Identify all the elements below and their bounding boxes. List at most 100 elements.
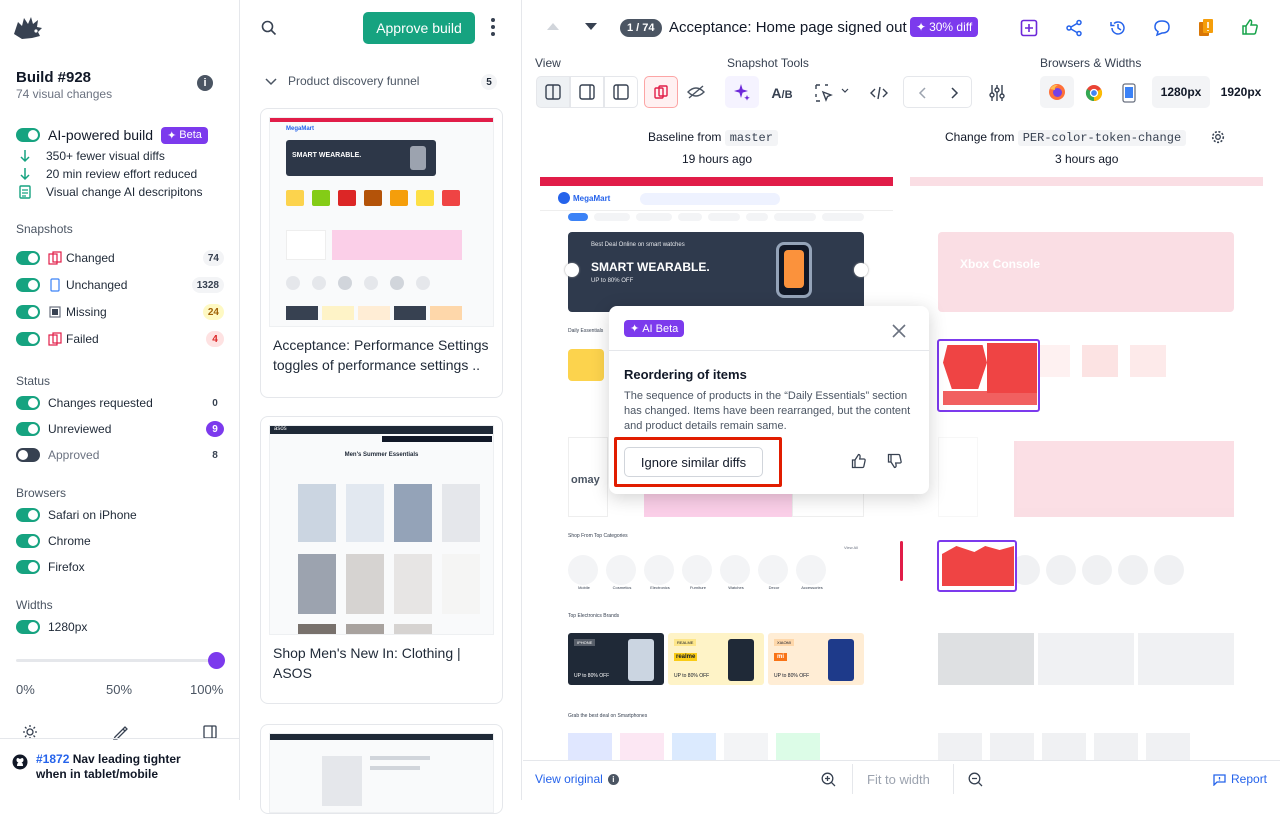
pr-number[interactable]: #1872 <box>36 752 69 766</box>
chevron-down-icon[interactable] <box>584 22 598 32</box>
hero-banner: Best Deal Online on smart watches SMART … <box>568 232 864 312</box>
report-link[interactable]: Report <box>1213 772 1267 786</box>
pr-link[interactable]: #1872 Nav leading tighter when in tablet… <box>36 752 186 782</box>
approved-label: Approved <box>48 448 100 462</box>
history-icon[interactable] <box>1109 19 1127 37</box>
filter-firefox[interactable]: Firefox <box>16 557 85 577</box>
daily-item <box>568 349 608 403</box>
site-search <box>640 193 780 205</box>
changes-requested-toggle[interactable] <box>16 396 40 410</box>
missing-toggle[interactable] <box>16 305 40 319</box>
arrow-down-icon <box>18 149 32 163</box>
hero-title: SMART WEARABLE. <box>591 260 710 274</box>
share-icon[interactable] <box>1065 19 1083 37</box>
chrome-toggle[interactable] <box>16 534 40 548</box>
safari-toggle[interactable] <box>16 508 40 522</box>
text-diff-icon[interactable]: A/B <box>767 78 797 108</box>
filter-unreviewed[interactable]: Unreviewed 9 <box>16 419 224 439</box>
width-1920-button[interactable]: 1920px <box>1213 76 1269 108</box>
ignore-similar-diffs-button[interactable]: Ignore similar diffs <box>624 447 763 477</box>
hedgehog-logo-icon[interactable] <box>12 14 44 42</box>
info-icon[interactable]: i <box>197 75 213 91</box>
diff-region-highlight[interactable] <box>937 540 1017 592</box>
baseline-view-button[interactable] <box>570 76 604 108</box>
slider-max-label: 100% <box>190 682 224 697</box>
chrome-label: Chrome <box>48 534 91 548</box>
chevron-right-icon[interactable] <box>940 78 970 108</box>
approved-toggle[interactable] <box>16 448 40 462</box>
more-menu-icon[interactable] <box>491 18 495 36</box>
change-view-button[interactable] <box>604 76 638 108</box>
group-title[interactable]: Product discovery funnel <box>288 74 419 88</box>
flag-change-icon[interactable] <box>1197 18 1215 38</box>
top-categories-heading: Shop From Top Categories <box>568 533 628 539</box>
threshold-slider-track[interactable] <box>16 659 216 662</box>
firefox-label: Firefox <box>48 560 85 574</box>
sliders-icon[interactable] <box>982 78 1012 108</box>
thumb-banner: Men's Summer Essentials <box>344 452 419 458</box>
snapshot-card[interactable]: asos Men's Summer Essentials Shop Men's … <box>260 416 503 704</box>
width-1280-button[interactable]: 1280px <box>1152 76 1210 108</box>
diff-region-highlight[interactable] <box>937 339 1040 412</box>
failed-toggle[interactable] <box>16 332 40 346</box>
thumbs-down-icon[interactable] <box>887 453 903 469</box>
sidebar: Build #928 74 visual changes i AI-powere… <box>0 0 240 800</box>
comment-icon[interactable] <box>1153 19 1171 37</box>
widths-heading: Widths <box>16 598 53 612</box>
zoom-out-icon[interactable] <box>968 772 983 787</box>
filter-missing[interactable]: Missing 24 <box>16 302 224 322</box>
filter-approved[interactable]: Approved 8 <box>16 445 224 465</box>
filter-failed[interactable]: Failed 4 <box>16 329 224 349</box>
changed-toggle[interactable] <box>16 251 40 265</box>
unreviewed-toggle[interactable] <box>16 422 40 436</box>
chevron-down-icon[interactable] <box>841 88 849 94</box>
snapshot-thumbnail: MegaMart SMART WEARABLE. <box>269 117 494 327</box>
unchanged-toggle[interactable] <box>16 278 40 292</box>
info-icon[interactable]: i <box>607 773 619 785</box>
brands-row: IPHONE UP to 80% OFF REALME realme UP to 80… <box>568 633 864 685</box>
filter-1280[interactable]: 1280px <box>16 617 87 637</box>
chevron-up-icon[interactable] <box>546 21 560 31</box>
settings-icon[interactable] <box>1211 130 1225 144</box>
filter-safari[interactable]: Safari on iPhone <box>16 505 137 525</box>
chevron-left-icon[interactable] <box>907 78 937 108</box>
ai-tool-button[interactable] <box>725 76 759 108</box>
approve-build-button[interactable]: Approve build <box>363 12 475 44</box>
filter-changes-requested[interactable]: Changes requested 0 <box>16 393 224 413</box>
smartphones-row <box>568 733 820 760</box>
snapshot-card[interactable]: MegaMart SMART WEARABLE. Acceptance: Per… <box>260 108 503 398</box>
width-1280-label: 1280px <box>48 620 88 634</box>
hide-diff-icon[interactable] <box>681 77 711 107</box>
code-icon[interactable] <box>864 78 894 108</box>
chrome-browser-icon[interactable] <box>1079 78 1109 108</box>
smartphones-deal-heading: Grab the best deal on Smartphones <box>568 713 648 719</box>
view-original-link[interactable]: View original i <box>535 772 619 786</box>
safari-iphone-icon[interactable] <box>1114 78 1144 108</box>
diff-position-marker[interactable] <box>900 541 903 581</box>
filter-unchanged[interactable]: Unchanged 1328 <box>16 275 224 295</box>
side-by-side-view-button[interactable] <box>536 76 570 108</box>
firefox-browser-button[interactable] <box>1040 76 1074 108</box>
ai-beta-label: AI Beta <box>642 322 679 335</box>
chevron-down-icon[interactable] <box>265 76 277 86</box>
zoom-in-icon[interactable] <box>821 772 836 787</box>
snapshot-card[interactable] <box>260 724 503 814</box>
filter-changed[interactable]: Changed 74 <box>16 248 224 268</box>
diff-overlay-button[interactable] <box>644 76 678 108</box>
thumbs-up-icon[interactable] <box>851 453 867 469</box>
change-label: Change from PER-color-token-change <box>945 130 1187 146</box>
filter-chrome[interactable]: Chrome <box>16 531 91 551</box>
change-branch: PER-color-token-change <box>1017 130 1187 146</box>
ai-build-toggle[interactable] <box>16 128 40 142</box>
width-1280-toggle[interactable] <box>16 620 40 634</box>
fit-to-width-button[interactable]: Fit to width <box>867 772 930 787</box>
firefox-toggle[interactable] <box>16 560 40 574</box>
status-heading: Status <box>16 374 51 388</box>
search-icon[interactable] <box>261 20 277 36</box>
select-region-icon[interactable] <box>809 78 839 108</box>
close-icon[interactable] <box>891 323 907 339</box>
threshold-slider-handle[interactable] <box>208 652 225 669</box>
thumbs-up-icon[interactable] <box>1241 18 1259 36</box>
ai-add-icon[interactable] <box>1020 19 1038 37</box>
sparkle-icon: ✦ <box>630 323 640 335</box>
